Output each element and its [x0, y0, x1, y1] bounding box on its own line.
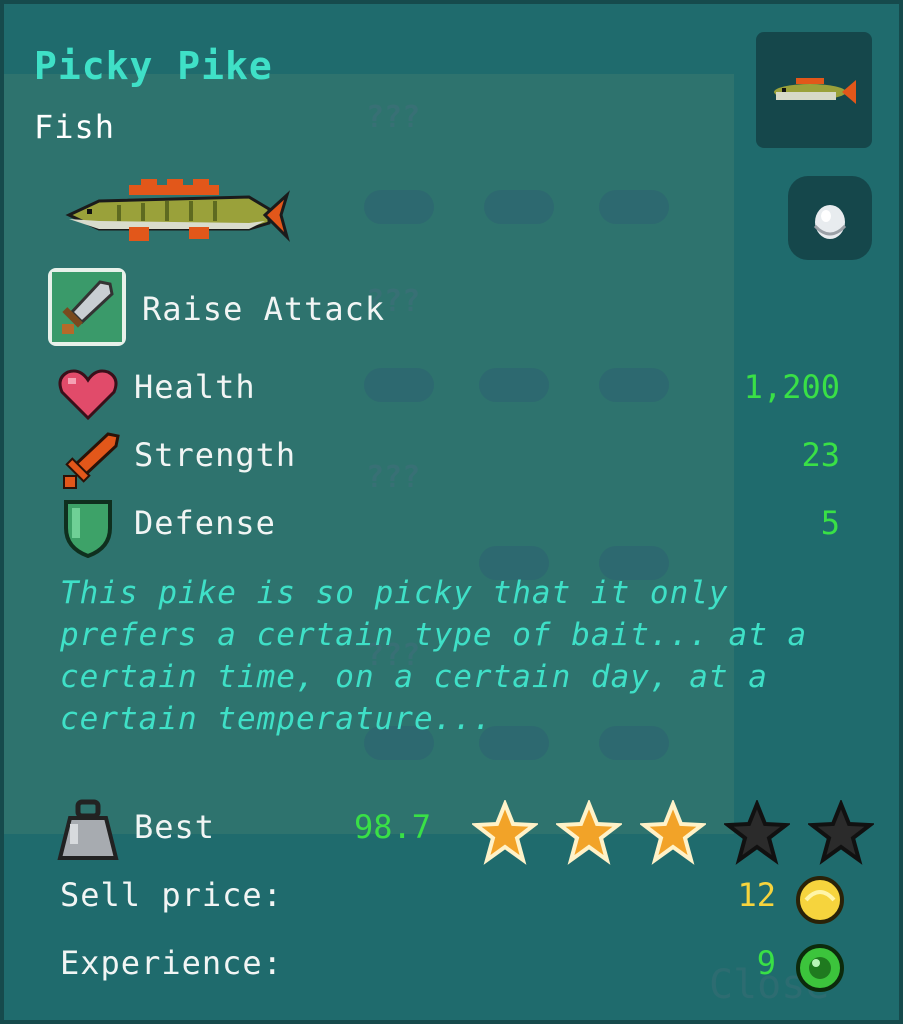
fish-category: Fish [34, 108, 116, 146]
star-empty-icon [808, 800, 874, 865]
heart-icon [58, 369, 118, 421]
ability-icon-box[interactable] [48, 268, 126, 346]
fish-thumbnail-slot[interactable] [756, 32, 872, 148]
stat-value-strength: 23 [801, 436, 840, 474]
shield-icon [64, 500, 112, 558]
star-filled-icon [472, 800, 538, 865]
fish-silhouette [364, 190, 434, 224]
fish-silhouette [484, 190, 554, 224]
experience-label: Experience: [60, 944, 283, 982]
weight-icon [57, 799, 119, 860]
sell-price-value: 12 [737, 876, 776, 914]
stat-label-strength: Strength [134, 436, 297, 474]
fish-silhouette [599, 190, 669, 224]
fish-silhouette [479, 368, 549, 402]
unknown-label: ??? [366, 100, 421, 135]
fish-info-panel: ??? ??? ??? ??? Picky Pike Fish Raise At… [0, 0, 903, 1024]
experience-value: 9 [756, 944, 776, 982]
best-value: 98.7 [354, 808, 432, 846]
bait-slot[interactable] [788, 176, 872, 260]
stat-label-defense: Defense [134, 504, 276, 542]
stat-label-health: Health [134, 368, 256, 406]
stat-value-defense: 5 [820, 504, 840, 542]
fish-thumbnail-icon [774, 78, 856, 104]
pike-fish-icon [65, 179, 290, 243]
star-empty-icon [724, 800, 790, 865]
fish-description: This pike is so picky that it only prefe… [60, 575, 808, 737]
unknown-label: ??? [366, 460, 421, 495]
fish-silhouette [364, 368, 434, 402]
star-filled-icon [640, 800, 706, 865]
sword-icon [52, 272, 122, 342]
star-filled-icon [556, 800, 622, 865]
egg-icon [813, 205, 847, 239]
stat-value-health: 1,200 [743, 368, 840, 406]
gold-coin-icon [796, 876, 844, 924]
sword-icon [63, 432, 120, 489]
fish-name: Picky Pike [34, 44, 273, 88]
xp-orb-icon [796, 944, 844, 992]
sell-price-label: Sell price: [60, 876, 283, 914]
best-label: Best [134, 808, 216, 846]
ability-label: Raise Attack [142, 290, 386, 328]
